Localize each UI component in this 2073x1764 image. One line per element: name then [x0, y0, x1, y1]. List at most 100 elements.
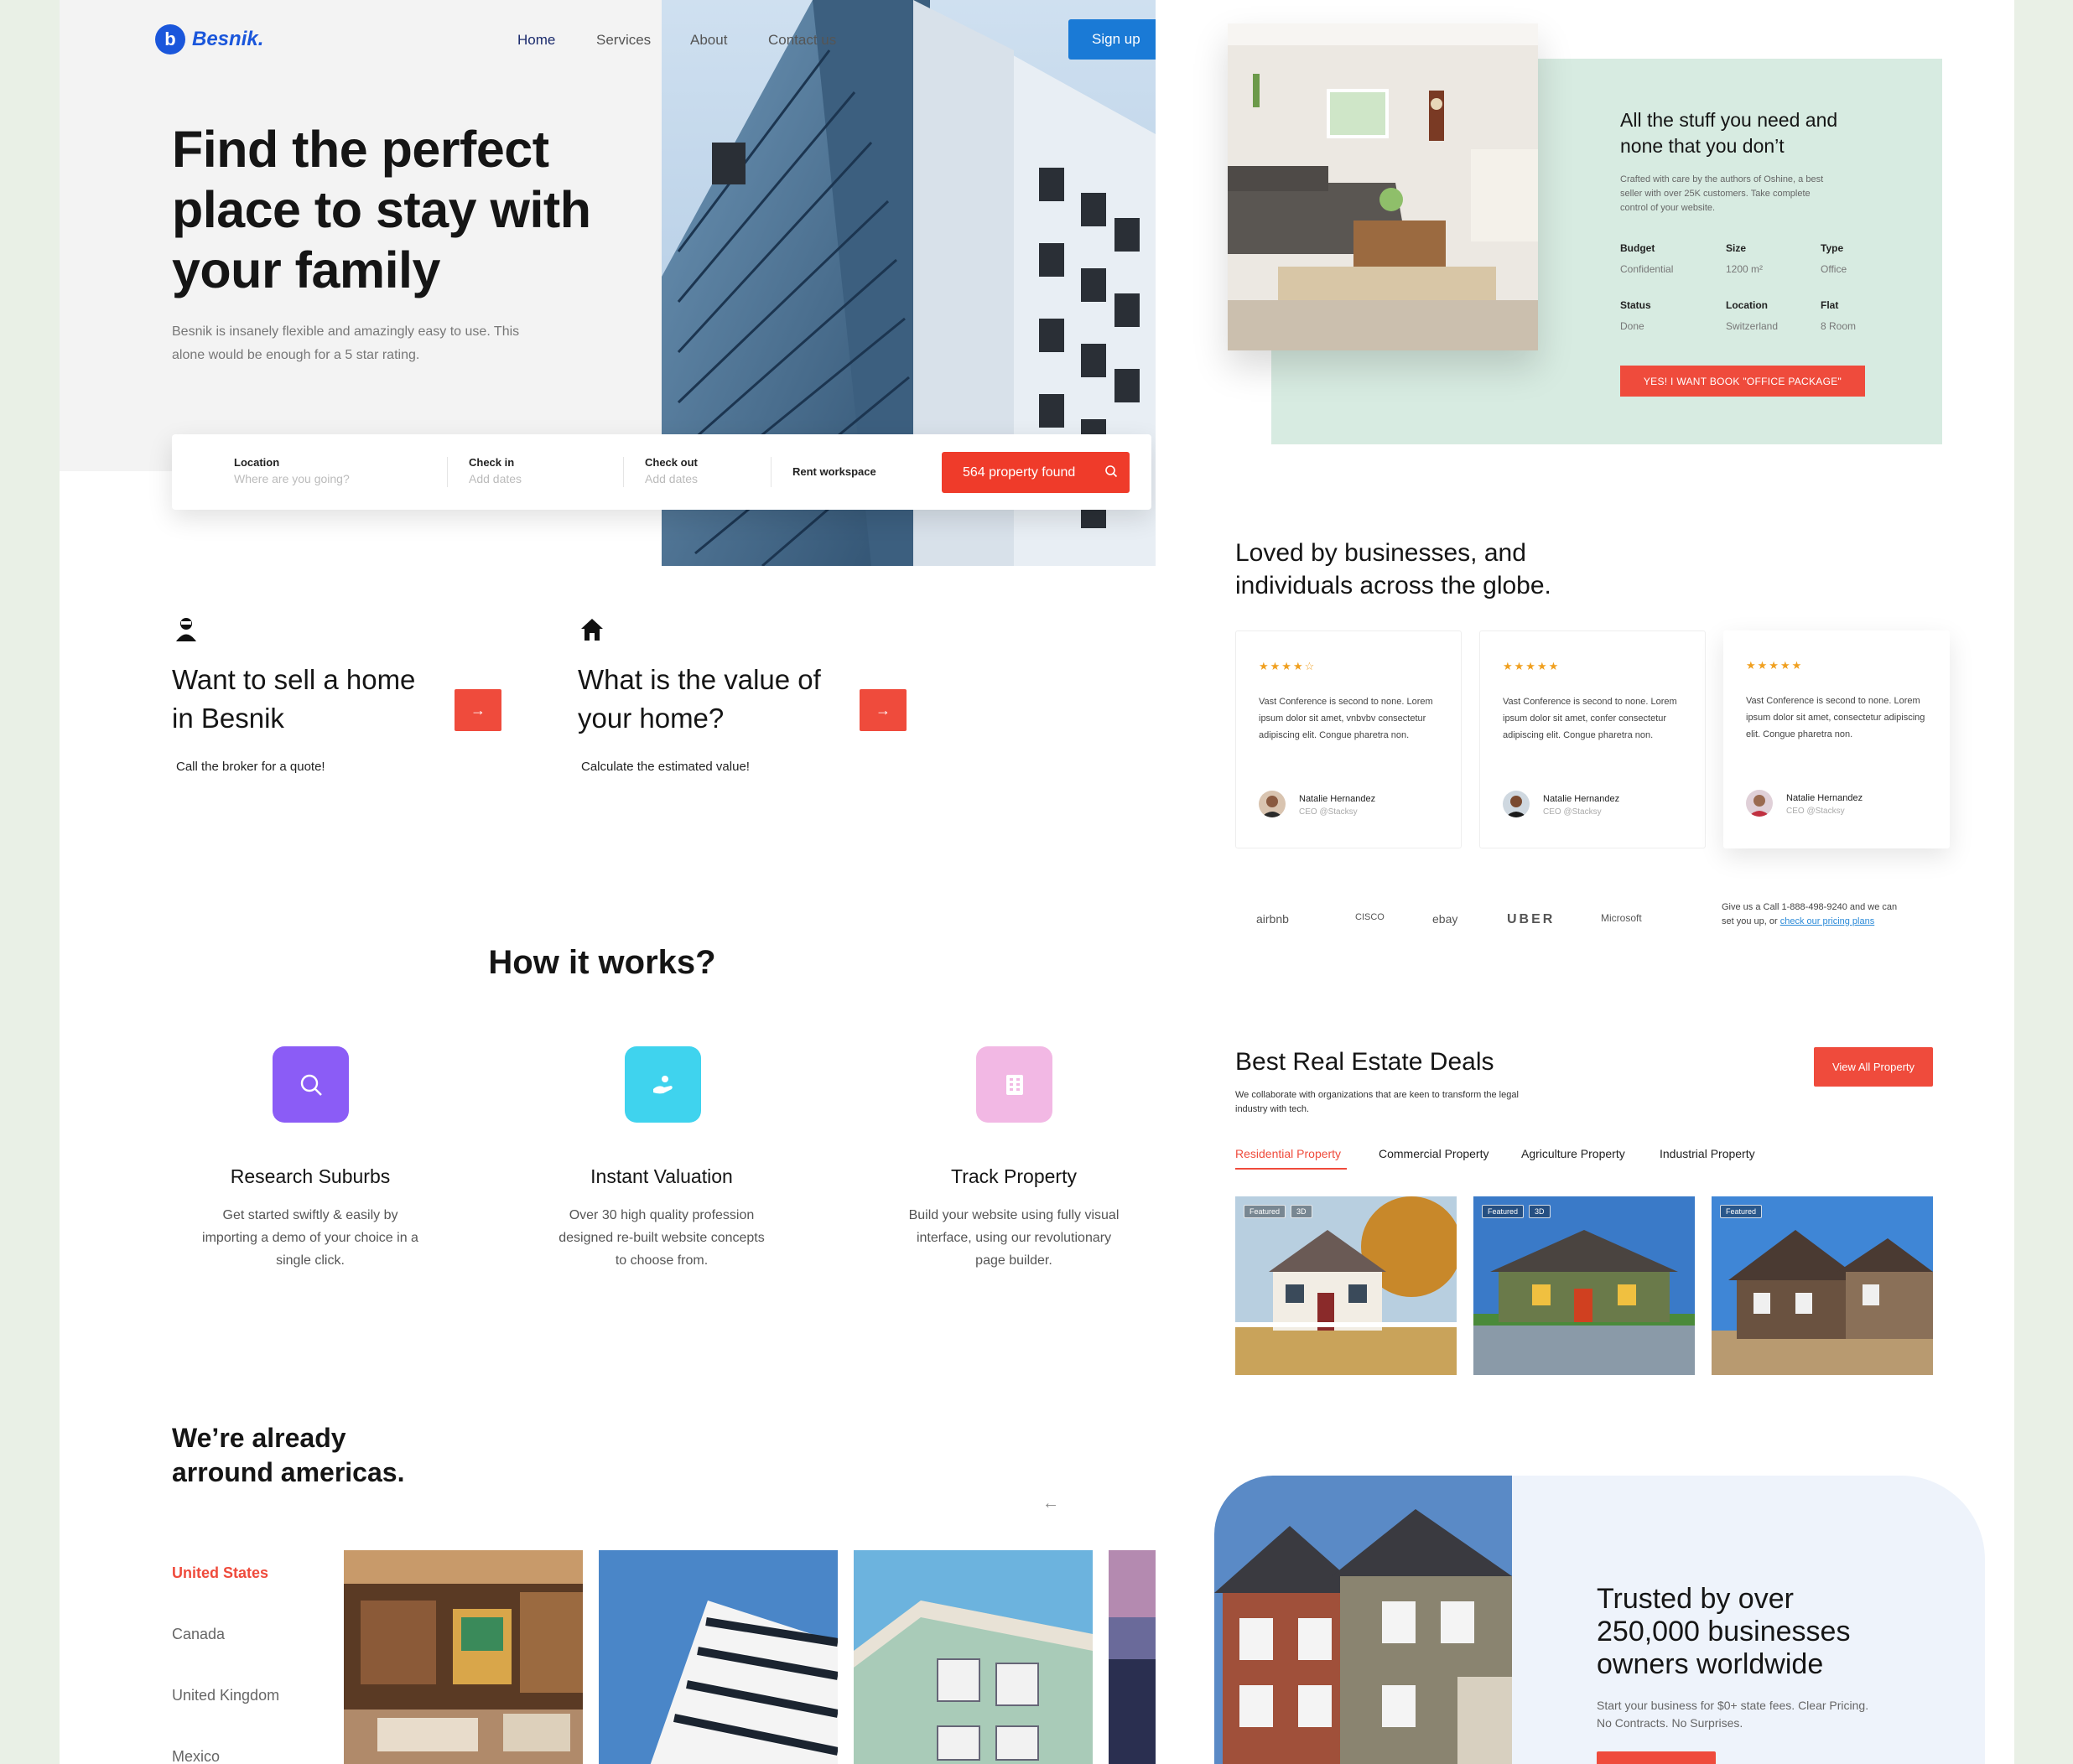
- book-package-button[interactable]: YES! I WANT BOOK "OFFICE PACKAGE": [1620, 366, 1865, 397]
- signup-button[interactable]: Sign up: [1068, 19, 1156, 60]
- testimonial-card: ★★★★★ Vast Conference is second to none.…: [1479, 630, 1706, 848]
- featured-badge: Featured: [1720, 1205, 1763, 1218]
- tab-underline: [1235, 1168, 1347, 1170]
- city-card-dusk[interactable]: [1109, 1550, 1156, 1764]
- deals-title: Best Real Estate Deals: [1235, 1048, 1494, 1076]
- workspace-field[interactable]: Rent workspace: [792, 465, 876, 478]
- 3d-badge: 3D: [1529, 1205, 1551, 1218]
- testimonial-card: ★★★★☆ Vast Conference is second to none.…: [1235, 630, 1462, 848]
- tab-residential[interactable]: Residential Property: [1235, 1147, 1341, 1160]
- search-button[interactable]: 564 property found: [942, 452, 1130, 493]
- checkin-field[interactable]: Check in Add dates: [469, 456, 522, 485]
- feature-value-title: What is the value of your home?: [578, 664, 821, 734]
- city-card-tower[interactable]: [599, 1550, 838, 1764]
- location-field[interactable]: Location Where are you going?: [234, 456, 350, 485]
- call-cta-text: Give us a Call 1-888-498-9240 and we can…: [1722, 900, 1910, 929]
- loved-title: Loved by businesses, and individuals acr…: [1235, 539, 1551, 599]
- city-card-apartment[interactable]: [854, 1550, 1093, 1764]
- divider: [623, 457, 624, 487]
- logo-mark-icon: b: [155, 24, 185, 54]
- spec-budget-value: Confidential: [1620, 263, 1674, 275]
- checkout-label: Check out: [645, 456, 698, 469]
- package-text: Crafted with care by the authors of Oshi…: [1620, 174, 1824, 213]
- testimonial-role: CEO @Stacksy: [1543, 807, 1602, 817]
- country-canada[interactable]: Canada: [172, 1626, 225, 1643]
- trust-cta-button[interactable]: [1597, 1751, 1716, 1764]
- brand-logo[interactable]: b Besnik.: [155, 24, 263, 54]
- pricing-link[interactable]: check our pricing plans: [1780, 916, 1875, 926]
- testimonial-name: Natalie Hernandez: [1786, 793, 1863, 803]
- trust-text: Start your business for $0+ state fees. …: [1597, 1699, 1869, 1730]
- nav-home[interactable]: Home: [517, 32, 555, 49]
- hero-subtitle: Besnik is insanely flexible and amazingl…: [172, 324, 520, 362]
- arrow-right-icon: →: [470, 701, 486, 719]
- step-research-title: Research Suburbs: [230, 1165, 391, 1187]
- rating-stars: ★★★★★: [1746, 659, 1804, 672]
- hand-icon: [652, 1075, 673, 1093]
- checkout-placeholder: Add dates: [645, 472, 699, 485]
- featured-badge: Featured: [1244, 1205, 1286, 1218]
- feature-sell-arrow-button[interactable]: →: [455, 689, 501, 731]
- featured-badge: Featured: [1482, 1205, 1525, 1218]
- view-all-property-button[interactable]: View All Property: [1814, 1047, 1933, 1087]
- brand-name: Besnik.: [192, 28, 264, 50]
- location-placeholder: Where are you going?: [234, 472, 350, 485]
- avatar: [1259, 791, 1286, 817]
- feature-sell-title: Want to sell a home in Besnik: [172, 664, 416, 734]
- hero-title: Find the perfect place to stay with your…: [172, 121, 591, 298]
- step-research-tile: [273, 1046, 349, 1123]
- feature-value-arrow-button[interactable]: →: [860, 689, 907, 731]
- spec-status-value: Done: [1620, 320, 1644, 332]
- search-button-label: 564 property found: [963, 464, 1076, 480]
- spec-status-label: Status: [1620, 299, 1651, 311]
- property-card[interactable]: Featured 3D: [1473, 1196, 1695, 1375]
- property-card[interactable]: Featured: [1712, 1196, 1933, 1375]
- search-icon: [1105, 465, 1118, 478]
- brand-airbnb-logo: airbnb: [1256, 912, 1289, 926]
- city-card-interior[interactable]: [344, 1550, 583, 1764]
- spec-flat-value: 8 Room: [1821, 320, 1857, 332]
- checkout-field[interactable]: Check out Add dates: [645, 456, 698, 485]
- feature-value-text: Calculate the estimated value!: [581, 760, 750, 774]
- testimonial-role: CEO @Stacksy: [1786, 807, 1845, 816]
- brand-cisco-logo: CISCO: [1355, 912, 1385, 922]
- divider: [447, 457, 448, 487]
- spec-location-value: Switzerland: [1726, 320, 1779, 332]
- package-title: All the stuff you need and none that you…: [1620, 109, 1838, 157]
- person-icon: [176, 618, 196, 641]
- country-united-kingdom[interactable]: United Kingdom: [172, 1687, 279, 1704]
- checkin-placeholder: Add dates: [469, 472, 522, 485]
- nav-services[interactable]: Services: [596, 32, 651, 49]
- spec-type-value: Office: [1821, 263, 1847, 275]
- rating-stars: ★★★★★: [1503, 660, 1561, 672]
- step-track-tile: [976, 1046, 1052, 1123]
- testimonial-quote: Vast Conference is second to none. Lorem…: [1503, 697, 1677, 740]
- property-card[interactable]: Featured 3D: [1235, 1196, 1457, 1375]
- avatar: [1746, 790, 1773, 817]
- tab-commercial[interactable]: Commercial Property: [1379, 1147, 1489, 1160]
- workspace-label: Rent workspace: [792, 465, 876, 478]
- country-united-states[interactable]: United States: [172, 1564, 268, 1582]
- checkin-label: Check in: [469, 456, 515, 469]
- step-valuation-text: Over 30 high quality profession designed…: [559, 1208, 765, 1268]
- living-room-image: [1228, 23, 1538, 350]
- landing-page-right: All the stuff you need and none that you…: [1156, 0, 2014, 1764]
- testimonial-card: ★★★★★ Vast Conference is second to none.…: [1723, 630, 1950, 848]
- search-icon: [300, 1074, 322, 1096]
- feature-sell-text: Call the broker for a quote!: [176, 760, 325, 774]
- tab-industrial[interactable]: Industrial Property: [1660, 1147, 1755, 1160]
- step-track-text: Build your website using fully visual in…: [908, 1208, 1120, 1268]
- arrow-left-icon[interactable]: ←: [1042, 1494, 1059, 1513]
- nav-about[interactable]: About: [690, 32, 727, 49]
- country-mexico[interactable]: Mexico: [172, 1748, 220, 1764]
- spec-type-label: Type: [1821, 242, 1844, 254]
- building-icon: [1005, 1074, 1023, 1095]
- house-icon: [581, 619, 603, 641]
- spec-budget-label: Budget: [1620, 242, 1655, 254]
- testimonial-name: Natalie Hernandez: [1543, 794, 1620, 804]
- trust-title: Trusted by over 250,000 businesses owner…: [1597, 1583, 1851, 1680]
- brand-uber-logo: UBER: [1507, 912, 1556, 926]
- step-valuation-tile: [625, 1046, 701, 1123]
- tab-agriculture[interactable]: Agriculture Property: [1521, 1147, 1625, 1160]
- nav-contact[interactable]: Contact us: [768, 32, 836, 49]
